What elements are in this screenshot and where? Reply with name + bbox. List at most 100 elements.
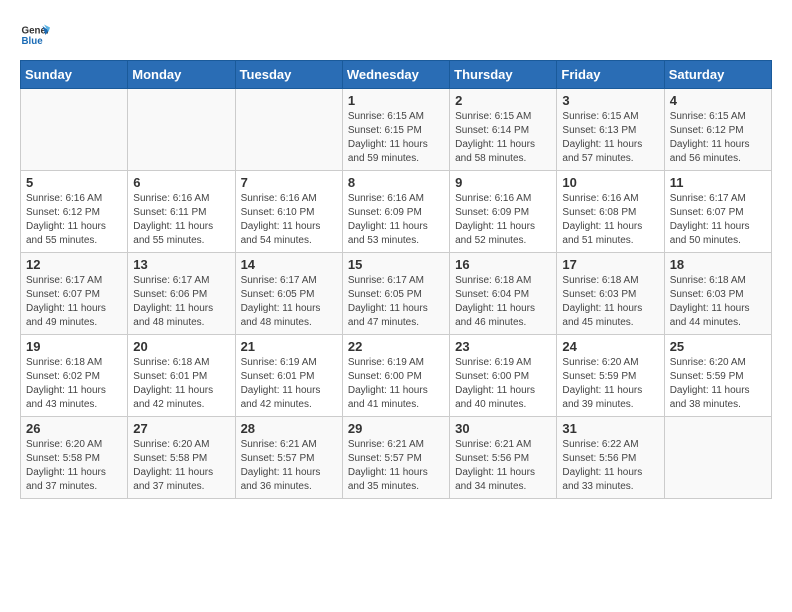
weekday-header-tuesday: Tuesday — [235, 61, 342, 89]
day-number: 10 — [562, 175, 658, 190]
weekday-header-sunday: Sunday — [21, 61, 128, 89]
day-number: 9 — [455, 175, 551, 190]
day-info: Sunrise: 6:18 AM Sunset: 6:01 PM Dayligh… — [133, 356, 229, 412]
calendar-cell: 24 Sunrise: 6:20 AM Sunset: 5:59 PM Dayli… — [557, 335, 664, 417]
calendar-table: SundayMondayTuesdayWednesdayThursdayFrid… — [20, 60, 772, 499]
day-info: Sunrise: 6:21 AM Sunset: 5:56 PM Dayligh… — [455, 438, 551, 494]
day-number: 13 — [133, 257, 229, 272]
day-info: Sunrise: 6:18 AM Sunset: 6:03 PM Dayligh… — [562, 274, 658, 330]
calendar-cell — [235, 89, 342, 171]
day-info: Sunrise: 6:15 AM Sunset: 6:14 PM Dayligh… — [455, 110, 551, 166]
day-number: 15 — [348, 257, 444, 272]
day-number: 28 — [241, 421, 337, 436]
weekday-header-monday: Monday — [128, 61, 235, 89]
day-info: Sunrise: 6:17 AM Sunset: 6:07 PM Dayligh… — [26, 274, 122, 330]
calendar-cell: 19 Sunrise: 6:18 AM Sunset: 6:02 PM Dayli… — [21, 335, 128, 417]
day-info: Sunrise: 6:18 AM Sunset: 6:02 PM Dayligh… — [26, 356, 122, 412]
calendar-week-2: 12 Sunrise: 6:17 AM Sunset: 6:07 PM Dayli… — [21, 253, 772, 335]
day-number: 6 — [133, 175, 229, 190]
day-info: Sunrise: 6:16 AM Sunset: 6:11 PM Dayligh… — [133, 192, 229, 248]
weekday-header-row: SundayMondayTuesdayWednesdayThursdayFrid… — [21, 61, 772, 89]
day-info: Sunrise: 6:17 AM Sunset: 6:05 PM Dayligh… — [348, 274, 444, 330]
calendar-cell: 16Sunrise: 6:18 AM Sunset: 6:04 PM Dayli… — [450, 253, 557, 335]
calendar-week-0: 1 Sunrise: 6:15 AM Sunset: 6:15 PM Daylig… — [21, 89, 772, 171]
calendar-cell: 15 Sunrise: 6:17 AM Sunset: 6:05 PM Dayli… — [342, 253, 449, 335]
day-info: Sunrise: 6:17 AM Sunset: 6:07 PM Dayligh… — [670, 192, 766, 248]
day-info: Sunrise: 6:21 AM Sunset: 5:57 PM Dayligh… — [348, 438, 444, 494]
calendar-cell: 22 Sunrise: 6:19 AM Sunset: 6:00 PM Dayli… — [342, 335, 449, 417]
calendar-cell: 18 Sunrise: 6:18 AM Sunset: 6:03 PM Dayli… — [664, 253, 771, 335]
day-number: 24 — [562, 339, 658, 354]
day-number: 5 — [26, 175, 122, 190]
weekday-header-saturday: Saturday — [664, 61, 771, 89]
day-number: 19 — [26, 339, 122, 354]
day-info: Sunrise: 6:20 AM Sunset: 5:58 PM Dayligh… — [26, 438, 122, 494]
calendar-cell: 7 Sunrise: 6:16 AM Sunset: 6:10 PM Daylig… — [235, 171, 342, 253]
day-info: Sunrise: 6:16 AM Sunset: 6:09 PM Dayligh… — [348, 192, 444, 248]
day-number: 25 — [670, 339, 766, 354]
calendar-cell — [21, 89, 128, 171]
calendar-cell: 17 Sunrise: 6:18 AM Sunset: 6:03 PM Dayli… — [557, 253, 664, 335]
calendar-cell: 3 Sunrise: 6:15 AM Sunset: 6:13 PM Daylig… — [557, 89, 664, 171]
calendar-cell: 31Sunrise: 6:22 AM Sunset: 5:56 PM Dayli… — [557, 417, 664, 499]
calendar-cell: 14Sunrise: 6:17 AM Sunset: 6:05 PM Dayli… — [235, 253, 342, 335]
day-number: 29 — [348, 421, 444, 436]
day-number: 4 — [670, 93, 766, 108]
day-number: 21 — [241, 339, 337, 354]
day-info: Sunrise: 6:16 AM Sunset: 6:10 PM Dayligh… — [241, 192, 337, 248]
day-number: 12 — [26, 257, 122, 272]
weekday-header-friday: Friday — [557, 61, 664, 89]
day-info: Sunrise: 6:16 AM Sunset: 6:09 PM Dayligh… — [455, 192, 551, 248]
svg-text:Blue: Blue — [22, 36, 44, 47]
day-info: Sunrise: 6:20 AM Sunset: 5:59 PM Dayligh… — [562, 356, 658, 412]
day-info: Sunrise: 6:20 AM Sunset: 5:59 PM Dayligh… — [670, 356, 766, 412]
day-info: Sunrise: 6:19 AM Sunset: 6:00 PM Dayligh… — [348, 356, 444, 412]
logo-icon: General Blue — [20, 20, 50, 50]
calendar-cell: 21 Sunrise: 6:19 AM Sunset: 6:01 PM Dayli… — [235, 335, 342, 417]
day-number: 8 — [348, 175, 444, 190]
calendar-cell: 26 Sunrise: 6:20 AM Sunset: 5:58 PM Dayli… — [21, 417, 128, 499]
calendar-cell: 13 Sunrise: 6:17 AM Sunset: 6:06 PM Dayli… — [128, 253, 235, 335]
day-info: Sunrise: 6:19 AM Sunset: 6:01 PM Dayligh… — [241, 356, 337, 412]
calendar-cell: 11Sunrise: 6:17 AM Sunset: 6:07 PM Dayli… — [664, 171, 771, 253]
day-number: 7 — [241, 175, 337, 190]
day-info: Sunrise: 6:18 AM Sunset: 6:04 PM Dayligh… — [455, 274, 551, 330]
day-number: 18 — [670, 257, 766, 272]
calendar-cell: 27Sunrise: 6:20 AM Sunset: 5:58 PM Dayli… — [128, 417, 235, 499]
day-info: Sunrise: 6:18 AM Sunset: 6:03 PM Dayligh… — [670, 274, 766, 330]
calendar-cell: 29 Sunrise: 6:21 AM Sunset: 5:57 PM Dayli… — [342, 417, 449, 499]
calendar-cell — [128, 89, 235, 171]
page-header: General Blue — [20, 20, 772, 50]
day-info: Sunrise: 6:15 AM Sunset: 6:13 PM Dayligh… — [562, 110, 658, 166]
calendar-cell: 6 Sunrise: 6:16 AM Sunset: 6:11 PM Daylig… — [128, 171, 235, 253]
calendar-cell: 12 Sunrise: 6:17 AM Sunset: 6:07 PM Dayli… — [21, 253, 128, 335]
day-number: 22 — [348, 339, 444, 354]
day-number: 3 — [562, 93, 658, 108]
calendar-cell: 1 Sunrise: 6:15 AM Sunset: 6:15 PM Daylig… — [342, 89, 449, 171]
weekday-header-thursday: Thursday — [450, 61, 557, 89]
day-number: 30 — [455, 421, 551, 436]
day-info: Sunrise: 6:20 AM Sunset: 5:58 PM Dayligh… — [133, 438, 229, 494]
calendar-cell: 30 Sunrise: 6:21 AM Sunset: 5:56 PM Dayli… — [450, 417, 557, 499]
day-number: 26 — [26, 421, 122, 436]
day-info: Sunrise: 6:16 AM Sunset: 6:12 PM Dayligh… — [26, 192, 122, 248]
day-number: 17 — [562, 257, 658, 272]
day-info: Sunrise: 6:15 AM Sunset: 6:15 PM Dayligh… — [348, 110, 444, 166]
day-number: 2 — [455, 93, 551, 108]
calendar-cell: 25 Sunrise: 6:20 AM Sunset: 5:59 PM Dayli… — [664, 335, 771, 417]
calendar-cell — [664, 417, 771, 499]
day-number: 31 — [562, 421, 658, 436]
calendar-cell: 8 Sunrise: 6:16 AM Sunset: 6:09 PM Daylig… — [342, 171, 449, 253]
day-info: Sunrise: 6:16 AM Sunset: 6:08 PM Dayligh… — [562, 192, 658, 248]
day-number: 1 — [348, 93, 444, 108]
calendar-cell: 23Sunrise: 6:19 AM Sunset: 6:00 PM Dayli… — [450, 335, 557, 417]
day-number: 14 — [241, 257, 337, 272]
calendar-week-4: 26 Sunrise: 6:20 AM Sunset: 5:58 PM Dayli… — [21, 417, 772, 499]
day-info: Sunrise: 6:17 AM Sunset: 6:06 PM Dayligh… — [133, 274, 229, 330]
day-number: 23 — [455, 339, 551, 354]
calendar-cell: 5 Sunrise: 6:16 AM Sunset: 6:12 PM Daylig… — [21, 171, 128, 253]
logo: General Blue — [20, 20, 54, 50]
calendar-cell: 2 Sunrise: 6:15 AM Sunset: 6:14 PM Daylig… — [450, 89, 557, 171]
day-number: 20 — [133, 339, 229, 354]
calendar-cell: 9 Sunrise: 6:16 AM Sunset: 6:09 PM Daylig… — [450, 171, 557, 253]
